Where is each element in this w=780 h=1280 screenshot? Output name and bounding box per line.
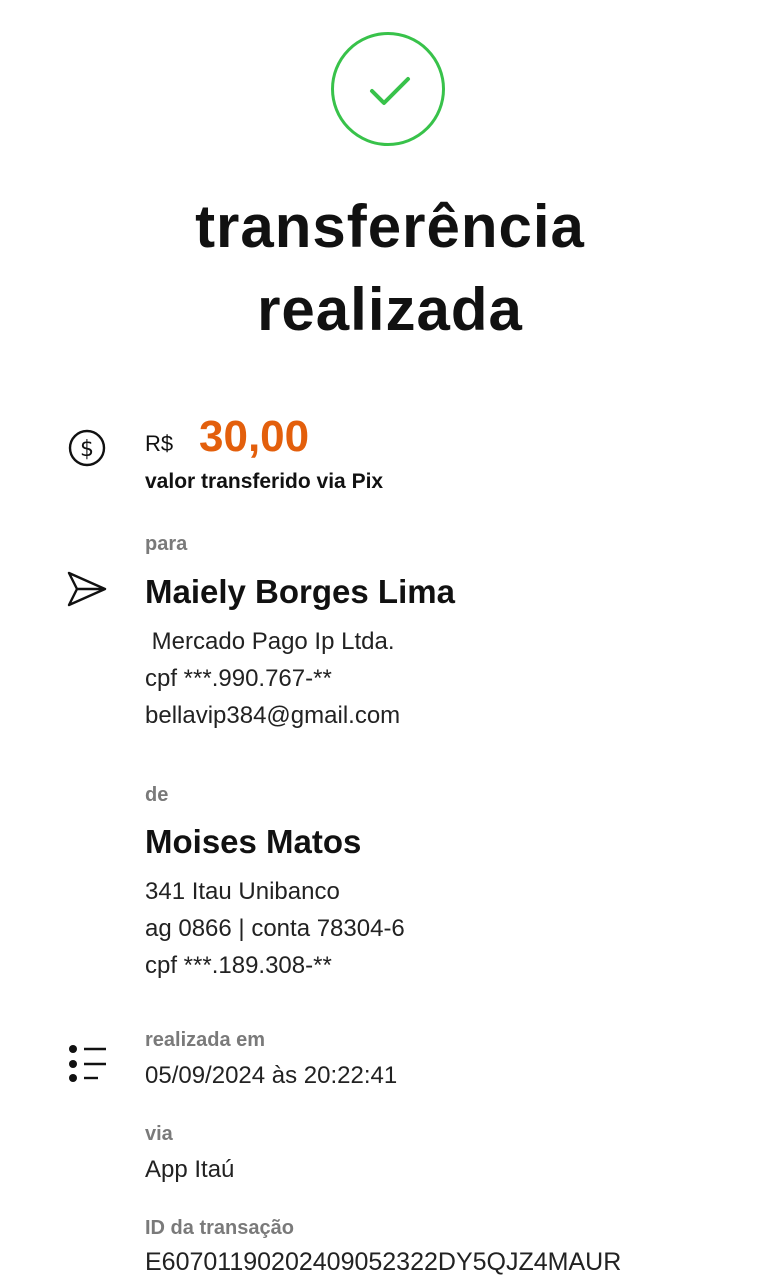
via-value: App Itaú [145, 1156, 235, 1183]
recipient-cpf: cpf ***.990.767-** [145, 665, 332, 692]
list-icon [66, 1044, 110, 1089]
transaction-id-label: ID da transação [145, 1217, 294, 1239]
recipient-label: para [145, 533, 188, 555]
page-title-line2: realizada [257, 276, 523, 343]
recipient-institution: Mercado Pago Ip Ltda. [145, 628, 395, 655]
sender-cpf: cpf ***.189.308-** [145, 952, 332, 979]
amount-value: 30,00 [199, 412, 310, 461]
sender-name: Moises Matos [145, 823, 362, 860]
svg-text:$: $ [80, 437, 94, 462]
via-label: via [145, 1123, 173, 1145]
currency-label: R$ [145, 431, 174, 456]
dollar-circle-icon: $ [66, 427, 108, 474]
sender-bank: 341 Itau Unibanco [145, 878, 340, 905]
sender-account: ag 0866 | conta 78304-6 [145, 915, 405, 942]
amount-caption: valor transferido via Pix [145, 470, 384, 493]
recipient-name: Maiely Borges Lima [145, 573, 455, 610]
send-icon [66, 569, 108, 614]
date-value: 05/09/2024 às 20:22:41 [145, 1062, 398, 1089]
page-title-line1: transferência [195, 193, 585, 260]
sender-label: de [145, 784, 169, 806]
recipient-pix-key: bellavip384@gmail.com [145, 702, 401, 729]
check-circle-icon [331, 32, 445, 146]
transaction-id-value: E60701190202409052322DY5QJZ4MAUR [145, 1248, 622, 1276]
date-label: realizada em [145, 1029, 266, 1051]
